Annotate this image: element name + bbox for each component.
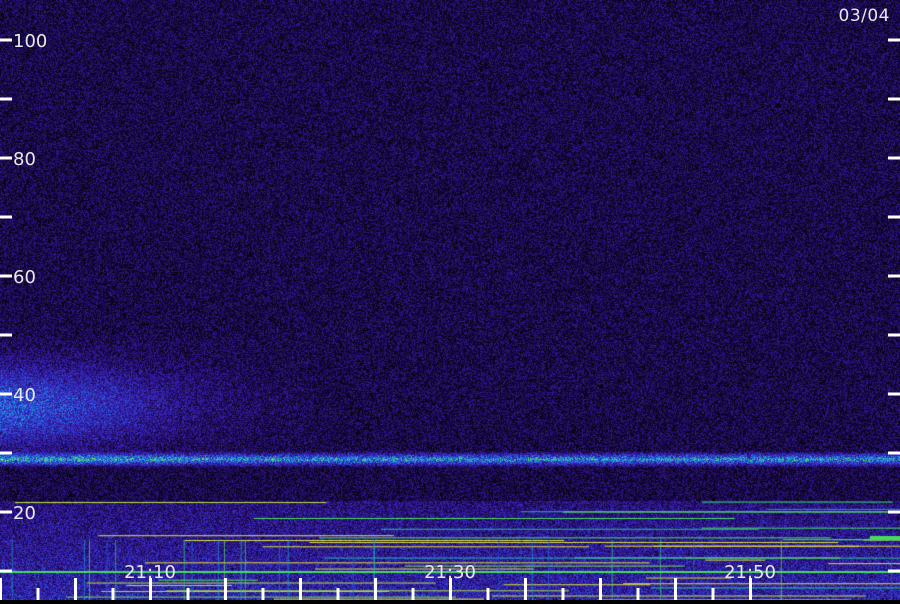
- y-tick-l-80: [0, 156, 12, 160]
- x-tick-22.5: [186, 588, 190, 600]
- y-tick-l-70: [0, 215, 12, 219]
- x-tick-label: 21:30: [424, 562, 476, 583]
- y-tick-l-50: [0, 333, 12, 337]
- x-tick-25: [224, 578, 227, 600]
- y-tick-r-60: [888, 274, 900, 278]
- y-tick-label: 100: [13, 31, 47, 52]
- y-tick-label: 80: [13, 149, 36, 170]
- x-tick-45: [524, 578, 527, 600]
- x-tick-27.5: [261, 588, 265, 600]
- x-tick-50: [599, 578, 602, 600]
- y-tick-l-60: [0, 274, 12, 278]
- x-tick-30: [299, 578, 302, 600]
- y-tick-label: 40: [13, 385, 36, 406]
- y-tick-r-10: [888, 569, 900, 573]
- x-tick-12.5: [36, 588, 40, 600]
- y-tick-r-40: [888, 392, 900, 396]
- y-tick-r-100: [888, 38, 900, 42]
- x-tick-52.5: [636, 588, 640, 600]
- y-tick-r-20: [888, 510, 900, 514]
- y-tick-l-30: [0, 451, 12, 455]
- x-tick-55: [674, 578, 677, 600]
- y-tick-r-50: [888, 333, 900, 337]
- x-tick-35: [374, 578, 377, 600]
- y-tick-l-40: [0, 392, 12, 396]
- y-tick-r-30: [888, 451, 900, 455]
- x-tick-32.5: [336, 588, 340, 600]
- y-tick-l-10: [0, 569, 12, 573]
- y-tick-l-20: [0, 510, 12, 514]
- x-tick-label: 21:10: [124, 562, 176, 583]
- y-tick-label: 60: [13, 267, 36, 288]
- x-tick-10: [0, 578, 2, 600]
- y-tick-r-70: [888, 215, 900, 219]
- x-tick-15: [74, 578, 77, 600]
- x-tick-57.5: [711, 588, 715, 600]
- x-tick-17.5: [111, 588, 115, 600]
- axes-layer: 100 80 60 40 20 21:10 21:30 21:50: [0, 31, 900, 600]
- chart-overlay: 03/04 100 80 60 40 20 21:10 21:30 21:50: [0, 0, 900, 600]
- x-tick-47.5: [561, 588, 565, 600]
- x-tick-37.5: [411, 588, 415, 600]
- y-tick-l-90: [0, 97, 12, 101]
- y-tick-l-100: [0, 38, 12, 42]
- y-tick-r-90: [888, 97, 900, 101]
- x-tick-42.5: [486, 588, 490, 600]
- y-tick-label: 20: [13, 503, 36, 524]
- date-label: 03/04: [838, 6, 890, 26]
- x-tick-label: 21:50: [724, 562, 776, 583]
- y-tick-r-80: [888, 156, 900, 160]
